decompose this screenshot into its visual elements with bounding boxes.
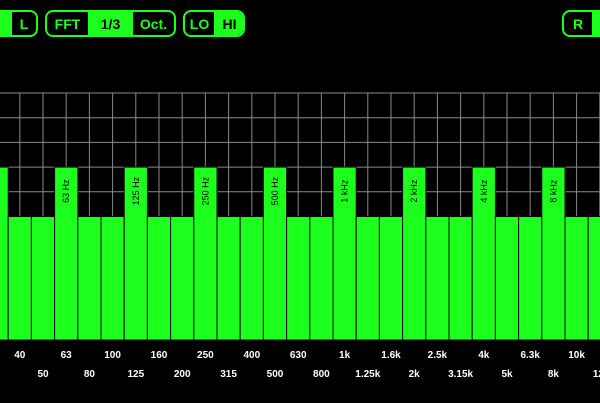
frequency-tick-label: 1.25k [355, 369, 380, 380]
spectrum-bar [0, 166, 9, 341]
frequency-tick-label: 630 [290, 350, 307, 361]
spectrum-bar [7, 216, 32, 341]
frequency-tick-label: 12. [593, 369, 600, 380]
frequency-tick-label: 250 [197, 350, 214, 361]
frequency-tick-label: 400 [243, 350, 260, 361]
frequency-tick-label: 100 [104, 350, 121, 361]
band-label: 2 kHz [409, 179, 419, 203]
spectrum-bar [518, 216, 543, 341]
frequency-tick-label: 5k [501, 369, 513, 380]
frequency-tick-label: 160 [151, 350, 168, 361]
frequency-tick-label: 63 [61, 350, 73, 361]
spectrum-bar [239, 216, 264, 341]
frequency-tick-label: 6.3k [520, 350, 540, 361]
spectrum-bar [100, 216, 125, 341]
frequency-tick-label: 1k [339, 350, 351, 361]
frequency-tick-label: 10k [568, 350, 585, 361]
spectrum-bar [587, 216, 600, 341]
spectrum-bar [170, 216, 195, 341]
spectrum-bar [77, 216, 102, 341]
frequency-tick-label: 315 [220, 369, 237, 380]
band-label: 250 Hz [200, 176, 210, 205]
band-label: 4 kHz [479, 179, 489, 203]
spectrum-bar [494, 216, 520, 341]
frequency-tick-label: 2.5k [428, 350, 448, 361]
frequency-tick-label: 2k [409, 369, 421, 380]
spectrum-bar [30, 216, 56, 341]
frequency-tick-label: 8k [548, 369, 560, 380]
frequency-tick-label: 1.6k [381, 350, 401, 361]
band-label: 63 Hz [61, 179, 71, 203]
spectrum-bar [146, 216, 172, 341]
frequency-tick-label: 3.15k [448, 369, 473, 380]
spectrum-bar [378, 216, 404, 341]
band-label: 500 Hz [270, 176, 280, 205]
spectrum-bar [448, 216, 473, 341]
frequency-tick-label: 4k [478, 350, 490, 361]
frequency-axis: 2405063801001251602002503154005006308001… [14, 350, 600, 380]
band-label: 8 kHz [548, 179, 558, 203]
frequency-tick-label: 500 [267, 369, 284, 380]
spectrum-bar [355, 216, 380, 341]
band-label: 1 kHz [340, 179, 350, 203]
frequency-tick-label: 125 [127, 369, 144, 380]
spectrum-bar [564, 216, 589, 341]
band-label: 125 Hz [131, 176, 141, 205]
spectrum-bar [425, 216, 450, 341]
spectrum-bar [216, 216, 241, 341]
frequency-tick-label: 200 [174, 369, 191, 380]
frequency-tick-label: 40 [14, 350, 26, 361]
frequency-tick-label: 800 [313, 369, 330, 380]
frequency-tick-label: 50 [37, 369, 49, 380]
bars: 63 Hz 125 Hz 250 Hz 500 Hz 1 kHz 2 kHz 4 kHz 8 … [0, 166, 600, 341]
spectrum-bar [286, 216, 311, 341]
spectrum-chart: 63 Hz 125 Hz 250 Hz 500 Hz 1 kHz 2 kHz 4 kHz 8 … [0, 92, 600, 380]
spectrum-bar [309, 216, 334, 341]
frequency-tick-label: 80 [84, 369, 96, 380]
